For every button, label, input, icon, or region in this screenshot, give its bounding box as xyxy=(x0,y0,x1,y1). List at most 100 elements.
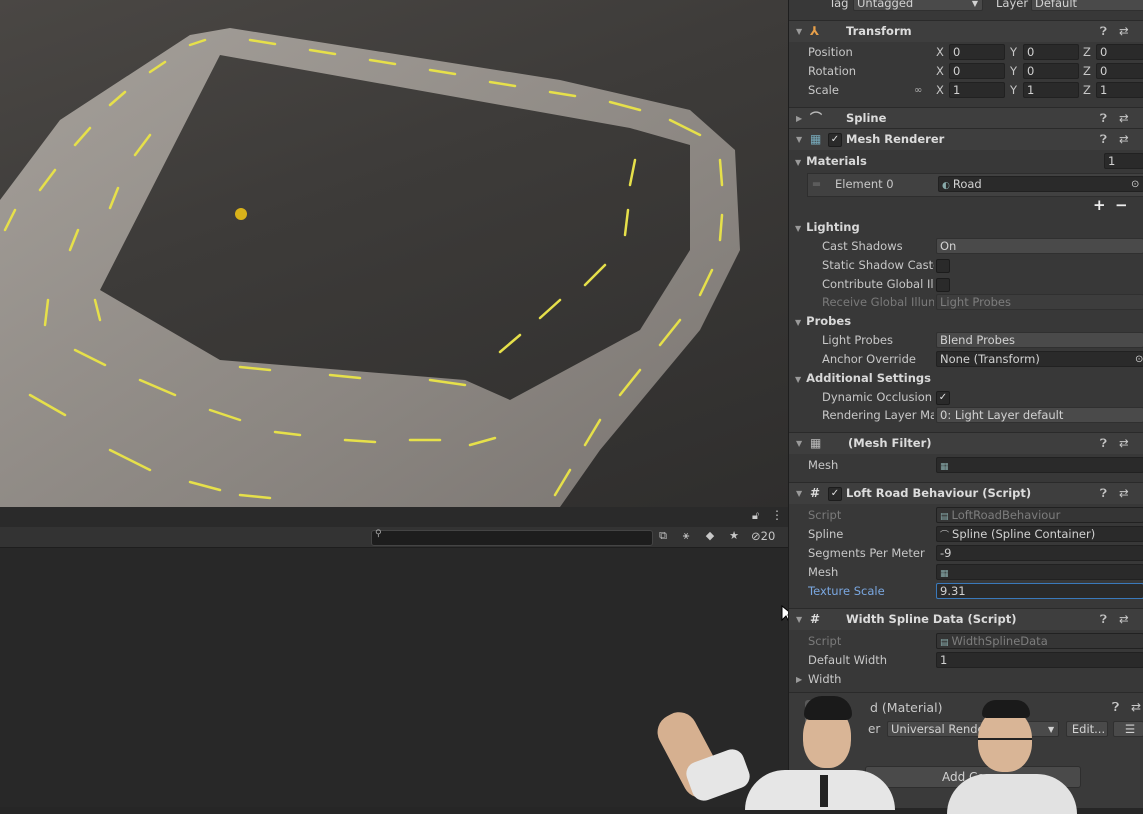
presets-icon[interactable]: ⇄ xyxy=(1119,21,1129,42)
width-spline-header[interactable]: ▼ # Width Spline Data (Script) ❓︎ ⇄ ⋮ xyxy=(789,608,1143,630)
object-picker-icon[interactable]: ⊙ xyxy=(1131,177,1139,191)
context-menu-icon[interactable]: ⋮ xyxy=(1138,483,1143,504)
tag-icon[interactable]: ◆ xyxy=(701,528,719,544)
additional-settings-row[interactable]: ▼ Additional Settings xyxy=(789,369,1143,388)
help-icon[interactable]: ❓︎ xyxy=(1100,483,1107,504)
tag-dropdown[interactable]: Untagged ▼ xyxy=(853,0,983,11)
help-icon[interactable]: ❓︎ xyxy=(1100,21,1107,42)
rotation-z-field[interactable]: 0 xyxy=(1096,63,1143,79)
layer-dropdown[interactable]: Default xyxy=(1031,0,1143,11)
help-icon[interactable]: ❓︎ xyxy=(1112,700,1119,715)
help-icon[interactable]: ❓︎ xyxy=(1100,609,1107,630)
loft-road-header[interactable]: ▼ # ✓ Loft Road Behaviour (Script) ❓︎ ⇄ ⋮ xyxy=(789,482,1143,504)
constrain-proportions-icon[interactable]: ∞ xyxy=(914,81,922,100)
loft-mesh-label: Mesh xyxy=(808,565,839,579)
lighting-row[interactable]: ▼ Lighting xyxy=(789,218,1143,237)
collapse-arrow-icon: ▼ xyxy=(796,439,803,448)
axis-x-label[interactable]: X xyxy=(936,62,944,81)
help-icon[interactable]: ❓︎ xyxy=(1100,108,1107,129)
object-picker-icon[interactable]: ⊙ xyxy=(1135,352,1143,366)
shader-dropdown[interactable]: Universal Render ▼ xyxy=(887,721,1059,737)
static-shadow-checkbox[interactable] xyxy=(936,259,950,273)
help-icon[interactable]: ❓︎ xyxy=(1100,129,1107,150)
drag-handle-icon[interactable]: ═ xyxy=(813,175,820,194)
presets-icon[interactable]: ⇄ xyxy=(1119,609,1129,630)
rendering-layer-dropdown[interactable]: 0: Light Layer default xyxy=(936,407,1143,423)
scene-view[interactable] xyxy=(0,0,788,507)
scale-y-field[interactable]: 1 xyxy=(1023,82,1079,98)
position-z-field[interactable]: 0 xyxy=(1096,44,1143,60)
axis-z-label[interactable]: Z xyxy=(1083,62,1091,81)
loft-spline-row: Spline ⌒ Spline (Spline Container) xyxy=(789,525,1143,544)
materials-row[interactable]: ▼ Materials 1 xyxy=(789,152,1143,171)
materials-count-field[interactable]: 1 xyxy=(1104,153,1143,169)
shader-menu-button[interactable]: ☰ xyxy=(1113,721,1143,737)
anchor-override-field[interactable]: None (Transform) ⊙ xyxy=(936,351,1143,367)
contribute-gi-checkbox[interactable] xyxy=(936,278,950,292)
presets-icon[interactable]: ⇄ xyxy=(1119,433,1129,454)
axis-z-label[interactable]: Z xyxy=(1083,43,1091,62)
remove-material-button[interactable]: − xyxy=(1115,196,1128,214)
cast-shadows-dropdown[interactable]: On xyxy=(936,238,1143,254)
texture-scale-field[interactable]: 9.31 xyxy=(936,583,1143,599)
hidden-packages-toggle[interactable]: ⊘20 xyxy=(751,528,775,544)
mesh-renderer-enabled-checkbox[interactable]: ✓ xyxy=(828,133,842,147)
rotation-y-field[interactable]: 0 xyxy=(1023,63,1079,79)
axis-z-label[interactable]: Z xyxy=(1083,81,1091,100)
position-y-field[interactable]: 0 xyxy=(1023,44,1079,60)
presets-icon[interactable]: ⇄ xyxy=(1131,700,1141,714)
axis-y-label[interactable]: Y xyxy=(1010,81,1017,100)
presets-icon[interactable]: ⇄ xyxy=(1119,108,1129,129)
scene-gizmo-point xyxy=(235,208,247,220)
inspector-panel: Tag Untagged ▼ Layer Default ▼ ⅄ Transfor… xyxy=(788,0,1143,808)
default-width-field[interactable]: 1 xyxy=(936,652,1143,668)
width-row[interactable]: ▶ Width xyxy=(789,670,1143,689)
context-menu-icon[interactable]: ⋮ xyxy=(1138,108,1143,129)
mesh-filter-mesh-field[interactable]: ▦ xyxy=(936,457,1143,473)
transform-header[interactable]: ▼ ⅄ Transform ❓︎ ⇄ ⋮ xyxy=(789,20,1143,42)
more-options-icon[interactable]: ⋮ xyxy=(771,508,783,522)
context-menu-icon[interactable]: ⋮ xyxy=(1138,433,1143,454)
probes-row[interactable]: ▼ Probes xyxy=(789,312,1143,331)
element0-field[interactable]: ◐ Road ⊙ xyxy=(938,176,1143,192)
contribute-gi-label: Contribute Global Illu xyxy=(822,277,934,291)
axis-y-label[interactable]: Y xyxy=(1010,43,1017,62)
light-probes-dropdown[interactable]: Blend Probes xyxy=(936,332,1143,348)
loft-road-enabled-checkbox[interactable]: ✓ xyxy=(828,487,842,501)
width-script-label: Script xyxy=(808,634,842,648)
scale-z-field[interactable]: 1 xyxy=(1096,82,1143,98)
segments-field[interactable]: -9 xyxy=(936,545,1143,561)
context-menu-icon[interactable]: ⋮ xyxy=(1138,609,1143,630)
spline-component-header[interactable]: ▶ ⌒ Spline ❓︎ ⇄ ⋮ xyxy=(789,107,1143,129)
axis-x-label[interactable]: X xyxy=(936,43,944,62)
spline-title: Spline xyxy=(846,111,887,125)
chevron-down-icon: ▼ xyxy=(971,0,978,8)
lock-icon[interactable]: 🔓︎ xyxy=(752,509,759,523)
loft-mesh-field[interactable]: ▦ xyxy=(936,564,1143,580)
loft-spline-field[interactable]: ⌒ Spline (Spline Container) xyxy=(936,526,1143,542)
filter-by-label-icon[interactable]: ⚹ xyxy=(677,528,695,544)
context-menu-icon[interactable]: ⋮ xyxy=(1138,129,1143,150)
position-x-field[interactable]: 0 xyxy=(949,44,1005,60)
project-content-area[interactable] xyxy=(0,548,788,807)
dynamic-occlusion-checkbox[interactable]: ✓ xyxy=(936,391,950,405)
search-input[interactable]: ⚲ xyxy=(371,529,653,546)
mesh-renderer-header[interactable]: ▼ ▦ ✓ Mesh Renderer ❓︎ ⇄ ⋮ xyxy=(789,128,1143,150)
filter-by-type-icon[interactable]: ⧉ xyxy=(654,528,672,544)
mesh-icon: ▦ xyxy=(940,462,949,472)
receive-gi-value: Light Probes xyxy=(940,295,1011,309)
mesh-filter-header[interactable]: ▼ ▦ (Mesh Filter) ❓︎ ⇄ ⋮ xyxy=(789,432,1143,454)
favorite-star-icon[interactable]: ★ xyxy=(725,528,743,544)
presets-icon[interactable]: ⇄ xyxy=(1119,129,1129,150)
add-component-button[interactable]: Add Comp xyxy=(865,766,1081,788)
axis-x-label[interactable]: X xyxy=(936,81,944,100)
presets-icon[interactable]: ⇄ xyxy=(1119,483,1129,504)
light-probes-value: Blend Probes xyxy=(940,333,1016,347)
help-icon[interactable]: ❓︎ xyxy=(1100,433,1107,454)
scale-x-field[interactable]: 1 xyxy=(949,82,1005,98)
shader-edit-button[interactable]: Edit... xyxy=(1066,721,1108,737)
context-menu-icon[interactable]: ⋮ xyxy=(1138,21,1143,42)
rotation-x-field[interactable]: 0 xyxy=(949,63,1005,79)
axis-y-label[interactable]: Y xyxy=(1010,62,1017,81)
add-material-button[interactable]: + xyxy=(1093,196,1106,214)
